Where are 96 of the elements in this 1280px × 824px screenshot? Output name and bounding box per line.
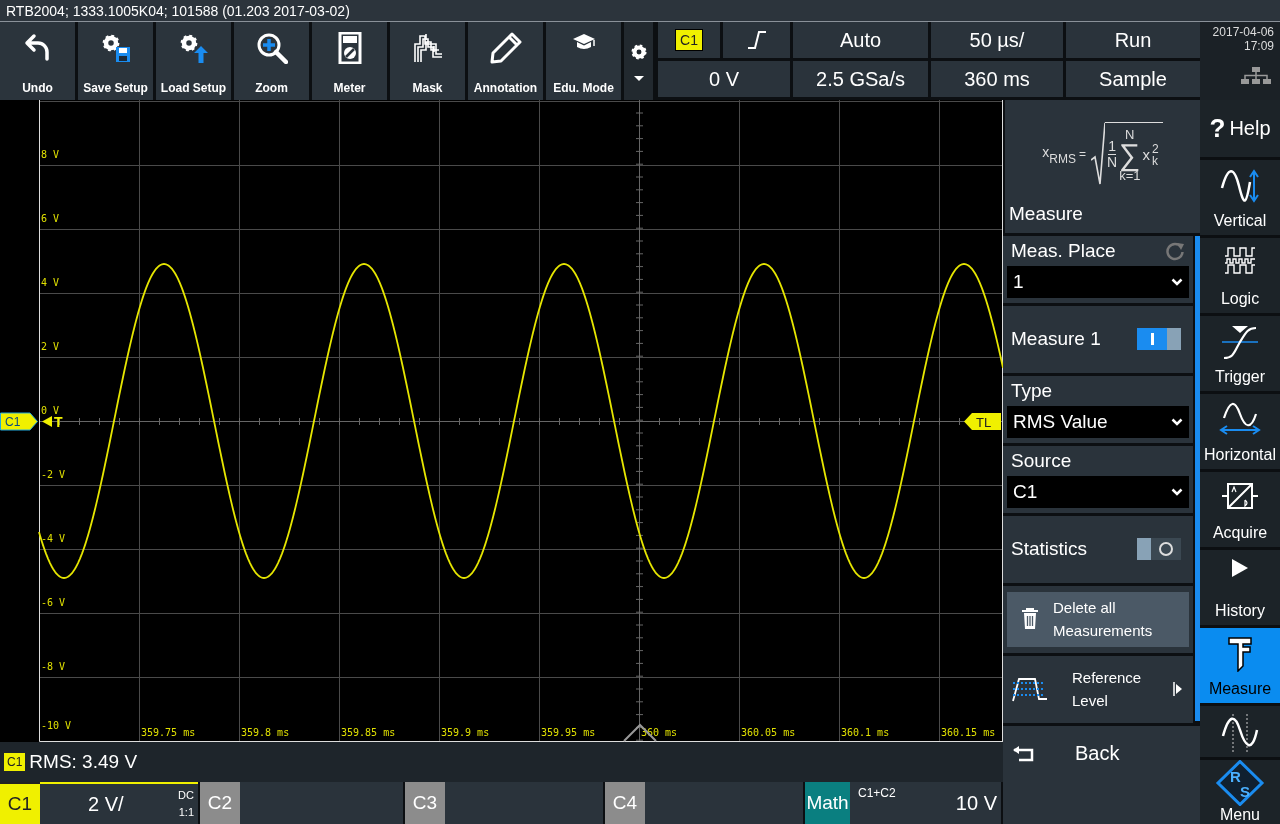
trigger-level[interactable]: 0 V [655, 61, 790, 100]
nav-button[interactable]: R S Menu [1200, 760, 1280, 824]
channel-tab[interactable]: C1 [0, 782, 40, 824]
axis-label: 360.15 ms [941, 727, 996, 738]
axis-label: -6 V [41, 597, 66, 608]
nav-button[interactable]: History [1200, 550, 1280, 628]
axis-label: 8 V [41, 149, 60, 160]
chevron-down-icon[interactable] [1171, 417, 1183, 426]
reset-icon[interactable] [1165, 240, 1185, 261]
trash-icon [1021, 608, 1039, 631]
nav-button[interactable]: ?Help [1200, 100, 1280, 160]
network-icon [1240, 67, 1272, 85]
pencil-icon [489, 32, 522, 64]
field-label: Meas. Place [1011, 239, 1116, 262]
math-tab[interactable]: Math [805, 782, 850, 824]
nav-button[interactable]: Measure [1200, 628, 1280, 706]
submenu-arrow-icon [1173, 682, 1183, 697]
axis-label: 359.8 ms [241, 727, 290, 738]
scroll-bar[interactable] [1195, 235, 1200, 721]
back-button[interactable]: Back [1003, 725, 1200, 782]
time-position[interactable]: 360 ms [928, 61, 1063, 100]
axis-label: 359.85 ms [341, 727, 396, 738]
graduation-cap-icon [571, 32, 596, 52]
channel-marker[interactable]: C1 [0, 412, 38, 431]
math-source: C1+C2 [858, 786, 896, 800]
axis-label: 360.05 ms [741, 727, 796, 738]
back-arrow-icon [1013, 745, 1035, 762]
sample-rate[interactable]: 2.5 GSa/s [790, 61, 928, 100]
acquisition-mode[interactable]: Sample [1063, 61, 1200, 100]
nav-button[interactable]: Horizontal [1200, 394, 1280, 472]
axis-label: 6 V [41, 213, 60, 224]
measurement-readout: RMS: 3.49 V [29, 751, 138, 773]
toggle-switch[interactable] [1137, 328, 1181, 351]
field-label: Type [1011, 379, 1053, 402]
coupling: DC [178, 788, 194, 803]
zoom-icon [255, 32, 288, 64]
source-badge: C1 [4, 753, 26, 771]
axis-label: 359.75 ms [141, 727, 196, 738]
trigger-mode[interactable]: Auto [790, 22, 928, 61]
nav-button[interactable]: Logic [1200, 238, 1280, 316]
trigger-level-marker[interactable]: TL [964, 413, 1001, 430]
time-scale[interactable]: 50 µs/ [928, 22, 1063, 61]
axis-label: 359.9 ms [441, 727, 490, 738]
axis-label: 2 V [41, 341, 60, 352]
toolbar-button[interactable]: Meter [312, 22, 387, 100]
toolbar-button[interactable]: Mask [390, 22, 465, 100]
toolbar-button[interactable]: Undo [0, 22, 75, 100]
toolbar-button[interactable]: Zoom [234, 22, 309, 100]
play-icon [1231, 558, 1249, 578]
toggle-switch[interactable] [1137, 538, 1181, 561]
caret-icon[interactable] [633, 75, 644, 81]
toolbar-button[interactable]: Load Setup [156, 22, 231, 100]
toggle-label: Measure 1 [1011, 328, 1101, 351]
axis-label: -4 V [41, 533, 66, 544]
caliper-icon [1226, 636, 1254, 672]
nav-button[interactable]: Trigger [1200, 316, 1280, 394]
axis-label: -10 V [41, 720, 72, 731]
field-label: Source [1011, 449, 1072, 472]
radical-sign-icon [1091, 122, 1105, 187]
time: 17:09 [1243, 39, 1274, 53]
axis-label: 360.1 ms [841, 727, 890, 738]
math-icon [1220, 714, 1260, 752]
nav-button[interactable]: Acquire [1200, 472, 1280, 550]
mask-icon [411, 32, 444, 64]
chevron-down-icon[interactable] [1171, 487, 1183, 496]
math-scale[interactable]: 10 V [955, 791, 997, 815]
dropdown[interactable]: RMS Value [1007, 405, 1189, 438]
toolbar-button[interactable]: Edu. Mode [546, 22, 621, 100]
axis-label: 359.95 ms [541, 727, 596, 738]
meter-icon [337, 32, 362, 64]
toolbar-button[interactable]: Save Setup [78, 22, 153, 100]
run-state[interactable]: Run [1063, 22, 1200, 61]
vertical-scale[interactable]: 2 V/ [88, 792, 124, 816]
vertical-scale-icon [1220, 168, 1260, 204]
toolbar-button[interactable]: Annotation [468, 22, 543, 100]
dropdown[interactable]: 1 [1007, 265, 1189, 298]
toggle-label: Statistics [1011, 538, 1088, 561]
date: 2017-04-06 [1212, 25, 1274, 39]
axis-label: -8 V [41, 661, 66, 672]
delete-all-button[interactable]: Delete all Measurements [1007, 591, 1189, 647]
nav-button[interactable]: Vertical [1200, 160, 1280, 238]
probe-ratio: 1:1 [178, 805, 194, 820]
axis-label: 4 V [41, 277, 60, 288]
horizontal-scale-icon [1218, 402, 1262, 436]
panel-title: Measure [1008, 202, 1084, 226]
axis-label: -2 V [41, 469, 66, 480]
chevron-down-icon[interactable] [1171, 277, 1183, 286]
adc-icon [1222, 480, 1258, 512]
dropdown[interactable]: C1 [1007, 475, 1189, 508]
window-title: RTB2004; 1333.1005K04; 101588 (01.203 2017-03-02) [6, 3, 350, 19]
help-icon: ? [1209, 113, 1226, 144]
nav-button[interactable] [1200, 706, 1280, 760]
axis-label: 0 V [41, 405, 60, 416]
logic-icon [1224, 246, 1256, 274]
trigger-source-badge[interactable]: C1 [675, 29, 703, 51]
trigger-icon [1220, 324, 1260, 360]
